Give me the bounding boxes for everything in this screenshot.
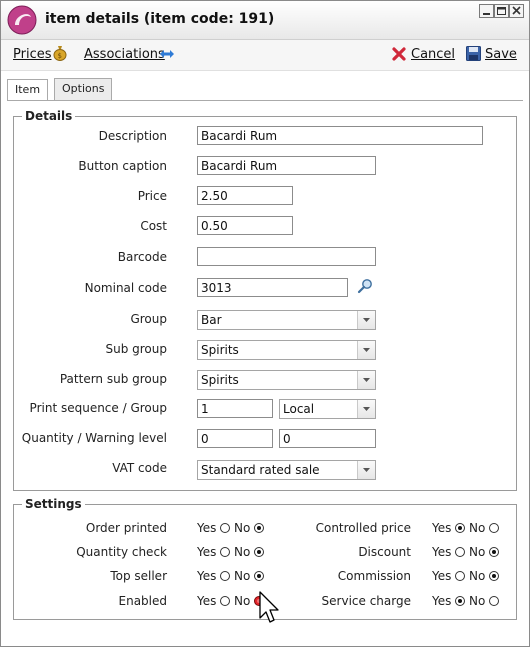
close-icon bbox=[512, 6, 521, 15]
item-details-window: item details (item code: 191) Prices $ A… bbox=[0, 0, 530, 647]
associations-link[interactable]: Associations bbox=[84, 47, 165, 62]
arrows-left-right-icon[interactable] bbox=[159, 49, 175, 59]
service-charge-no-radio[interactable] bbox=[489, 596, 500, 606]
enabled-yes-radio[interactable] bbox=[220, 596, 231, 606]
dropdown-arrow[interactable] bbox=[357, 461, 375, 479]
pattern-sub-group-label: Pattern sub group bbox=[59, 372, 167, 386]
chevron-down-icon bbox=[363, 407, 370, 411]
chevron-down-icon bbox=[363, 318, 370, 322]
top-seller-options: Yes No bbox=[197, 569, 265, 583]
dropdown-arrow[interactable] bbox=[357, 341, 375, 359]
service-charge-yes-radio[interactable] bbox=[455, 596, 466, 606]
discount-options: Yes No bbox=[432, 545, 500, 559]
price-input[interactable]: 2.50 bbox=[197, 186, 293, 205]
controlled-price-options: Yes No bbox=[432, 521, 500, 535]
vat-code-select-value: Standard rated sale bbox=[201, 463, 320, 477]
print-sequence-input[interactable]: 1 bbox=[197, 399, 273, 418]
service-charge-label: Service charge bbox=[321, 594, 411, 608]
chevron-down-icon bbox=[363, 468, 370, 472]
sub-group-label: Sub group bbox=[105, 342, 167, 356]
sub-group-select[interactable]: Spirits bbox=[197, 340, 376, 360]
cancel-x-icon[interactable] bbox=[391, 46, 407, 62]
group-select[interactable]: Bar bbox=[197, 310, 376, 330]
order-printed-options: Yes No bbox=[197, 521, 265, 535]
tab-options[interactable]: Options bbox=[54, 78, 113, 101]
controlled-price-label: Controlled price bbox=[315, 521, 411, 535]
vat-code-select[interactable]: Standard rated sale bbox=[197, 460, 376, 480]
enabled-options: Yes No bbox=[197, 594, 265, 608]
top-seller-label: Top seller bbox=[110, 569, 167, 583]
pattern-sub-group-select[interactable]: Spirits bbox=[197, 370, 376, 390]
chevron-down-icon bbox=[363, 378, 370, 382]
toolbar: Prices $ Associations Cancel Save bbox=[1, 40, 529, 71]
dropdown-arrow[interactable] bbox=[357, 371, 375, 389]
discount-yes-radio[interactable] bbox=[455, 547, 466, 557]
service-charge-options: Yes No bbox=[432, 594, 500, 608]
button-caption-input[interactable]: Bacardi Rum bbox=[197, 156, 376, 175]
print-group-select-value: Local bbox=[283, 402, 315, 416]
quantity-check-no-radio[interactable] bbox=[254, 547, 265, 557]
enabled-label: Enabled bbox=[118, 594, 168, 608]
settings-legend: Settings bbox=[22, 497, 85, 511]
description-label: Description bbox=[98, 129, 167, 143]
print-group-select[interactable]: Local bbox=[279, 399, 376, 419]
prices-link[interactable]: Prices bbox=[13, 47, 52, 62]
controlled-price-no-radio[interactable] bbox=[489, 523, 500, 533]
dropdown-arrow[interactable] bbox=[357, 400, 375, 418]
search-icon[interactable] bbox=[357, 278, 373, 294]
save-disk-icon[interactable] bbox=[466, 46, 481, 61]
warning-level-input[interactable]: 0 bbox=[279, 429, 376, 448]
quantity-input[interactable]: 0 bbox=[197, 429, 273, 448]
barcode-label: Barcode bbox=[117, 250, 167, 264]
discount-no-radio[interactable] bbox=[489, 547, 500, 557]
tab-item[interactable]: Item bbox=[7, 79, 49, 101]
price-label: Price bbox=[137, 189, 167, 203]
minimize-button[interactable] bbox=[479, 4, 494, 18]
commission-options: Yes No bbox=[432, 569, 500, 583]
nominal-code-label: Nominal code bbox=[84, 281, 167, 295]
vat-code-label: VAT code bbox=[112, 461, 167, 475]
minimize-icon bbox=[483, 13, 490, 15]
cost-input[interactable]: 0.50 bbox=[197, 216, 293, 235]
money-bag-icon[interactable]: $ bbox=[53, 45, 67, 61]
title-bar: item details (item code: 191) bbox=[1, 1, 529, 40]
quantity-warning-label: Quantity / Warning level bbox=[21, 431, 167, 445]
commission-label: Commission bbox=[337, 569, 411, 583]
top-seller-no-radio[interactable] bbox=[254, 571, 265, 581]
details-legend: Details bbox=[22, 109, 76, 123]
dropdown-arrow[interactable] bbox=[357, 311, 375, 329]
app-logo-icon bbox=[7, 5, 37, 35]
maximize-button[interactable] bbox=[494, 4, 509, 18]
commission-no-radio[interactable] bbox=[489, 571, 500, 581]
button-caption-label: Button caption bbox=[78, 159, 167, 173]
tab-divider bbox=[7, 100, 523, 101]
quantity-check-yes-radio[interactable] bbox=[220, 547, 231, 557]
chevron-down-icon bbox=[363, 348, 370, 352]
sub-group-select-value: Spirits bbox=[201, 343, 239, 357]
discount-label: Discount bbox=[358, 545, 411, 559]
barcode-input[interactable] bbox=[197, 247, 376, 266]
save-button[interactable]: Save bbox=[485, 47, 517, 62]
close-button[interactable] bbox=[509, 4, 524, 18]
quantity-check-label: Quantity check bbox=[76, 545, 167, 559]
description-input[interactable]: Bacardi Rum bbox=[197, 126, 483, 145]
nominal-code-input[interactable]: 3013 bbox=[197, 278, 348, 297]
commission-yes-radio[interactable] bbox=[455, 571, 466, 581]
maximize-icon bbox=[497, 7, 506, 15]
order-printed-label: Order printed bbox=[85, 521, 167, 535]
svg-text:$: $ bbox=[58, 52, 62, 60]
quantity-check-options: Yes No bbox=[197, 545, 265, 559]
print-sequence-label: Print sequence / Group bbox=[29, 401, 167, 415]
group-select-value: Bar bbox=[201, 313, 222, 327]
order-printed-no-radio[interactable] bbox=[254, 523, 265, 533]
pattern-sub-group-select-value: Spirits bbox=[201, 373, 239, 387]
order-printed-yes-radio[interactable] bbox=[220, 523, 231, 533]
controlled-price-yes-radio[interactable] bbox=[455, 523, 466, 533]
window-title: item details (item code: 191) bbox=[45, 11, 275, 27]
cost-label: Cost bbox=[140, 219, 167, 233]
group-label: Group bbox=[130, 312, 167, 326]
top-seller-yes-radio[interactable] bbox=[220, 571, 231, 581]
cancel-button[interactable]: Cancel bbox=[411, 47, 455, 62]
mouse-pointer-icon bbox=[259, 591, 279, 623]
